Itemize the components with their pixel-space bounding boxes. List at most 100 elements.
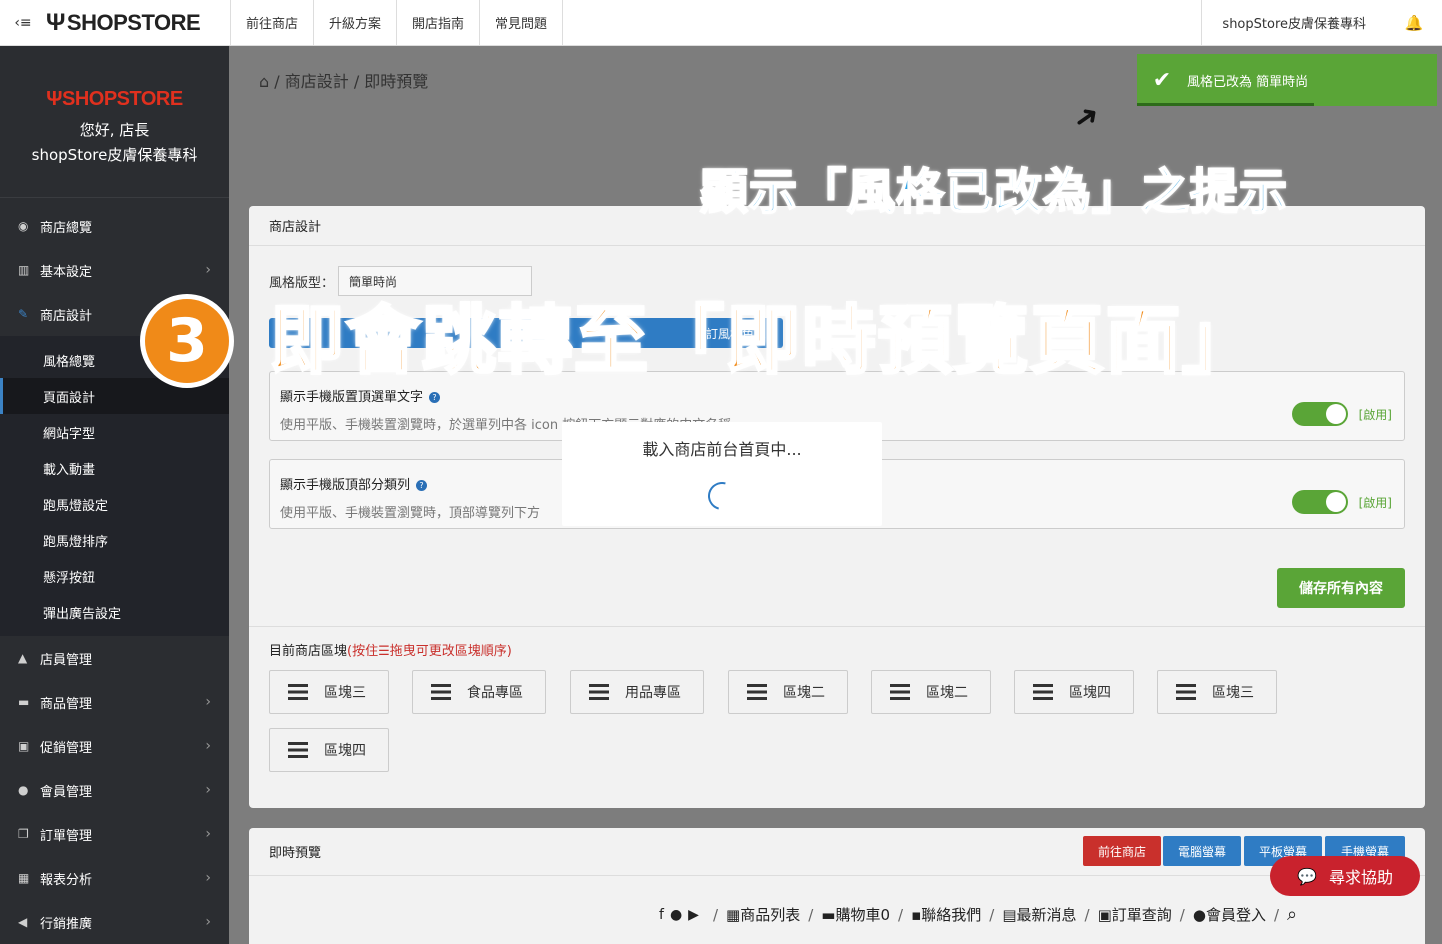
cart-icon: ▬ xyxy=(821,905,836,924)
help-button[interactable]: 💬 尋求協助 xyxy=(1270,856,1420,896)
drag-handle-icon[interactable] xyxy=(288,684,308,700)
nav-order-query[interactable]: 訂單查詢 xyxy=(1112,904,1172,925)
block-item[interactable]: 區塊四 xyxy=(269,728,389,772)
top-logo[interactable]: Ψ SHOPSTORE xyxy=(46,0,230,46)
lock-icon: ▲ xyxy=(18,651,28,665)
breadcrumb-path: / 商店設計 / 即時預覽 xyxy=(274,72,429,91)
nav-faq[interactable]: 常見問題 xyxy=(480,0,564,46)
sub-item-marquee-settings[interactable]: 跑馬燈設定 xyxy=(0,486,229,522)
sidebar-item-staff[interactable]: ▲ 店員管理 xyxy=(0,636,229,680)
separator: / xyxy=(808,905,814,924)
annotation-main-caption: 即會跳轉至「即時預覽頁面」 xyxy=(269,297,1258,386)
newspaper-icon: ▤ xyxy=(1002,905,1017,924)
separator: / xyxy=(898,905,904,924)
sub-item-popup-ads[interactable]: 彈出廣告設定 xyxy=(0,594,229,630)
sidebar-item-members[interactable]: ● 會員管理 › xyxy=(0,768,229,812)
dashboard-icon: ◉ xyxy=(18,219,29,233)
drag-handle-icon[interactable] xyxy=(1176,684,1196,700)
line-icon[interactable]: ● xyxy=(670,907,682,923)
block-item[interactable]: 區塊二 xyxy=(728,670,848,714)
sidebar-item-label: 商店總覽 xyxy=(40,220,93,236)
nav-go-store[interactable]: 前往商店 xyxy=(231,0,315,46)
style-label: 風格版型： xyxy=(269,275,335,291)
sidebar-item-overview[interactable]: ◉ 商店總覽 xyxy=(0,204,229,248)
toggle-switch[interactable] xyxy=(1292,402,1348,426)
block-item[interactable]: 區塊二 xyxy=(871,670,991,714)
facebook-icon[interactable]: f xyxy=(659,907,664,923)
block-label: 用品專區 xyxy=(625,685,681,701)
store-name-menu[interactable]: shopStore皮膚保養專科 xyxy=(1201,0,1386,46)
sidebar-brand-logo: ΨSHOPSTORE xyxy=(0,88,229,111)
separator: / xyxy=(1179,905,1185,924)
help-label: 尋求協助 xyxy=(1328,868,1393,887)
sidebar: ΨSHOPSTORE 您好, 店長 shopStore皮膚保養專科 ◉ 商店總覽 … xyxy=(0,46,229,944)
help-icon[interactable]: ? xyxy=(429,392,441,403)
sidebar-item-orders[interactable]: ❐ 訂單管理 › xyxy=(0,812,229,856)
separator: / xyxy=(1273,905,1280,924)
sidebar-toggle-icon[interactable]: ‹≡ xyxy=(0,0,46,46)
nav-member-login[interactable]: 會員登入 xyxy=(1206,904,1266,925)
drag-handle-icon[interactable] xyxy=(747,684,767,700)
block-item[interactable]: 用品專區 xyxy=(570,670,704,714)
youtube-icon[interactable]: ▶ xyxy=(688,907,699,923)
greeting: 您好, 店長 xyxy=(79,121,150,139)
sidebar-profile: ΨSHOPSTORE 您好, 店長 shopStore皮膚保養專科 xyxy=(0,46,229,198)
go-store-button[interactable]: 前往商店 xyxy=(1083,836,1161,866)
sidebar-item-products[interactable]: ▬ 商品管理 › xyxy=(0,680,229,724)
block-item[interactable]: 食品專區 xyxy=(412,670,546,714)
drag-handle-icon[interactable] xyxy=(890,684,910,700)
blocks-hint: (按住☰拖曳可更改區塊順序) xyxy=(347,644,512,659)
toggle-title-text: 顯示手機版置頂選單文字 xyxy=(280,390,424,405)
nav-product-list[interactable]: 商品列表 xyxy=(740,904,800,925)
spinner-icon xyxy=(702,476,742,516)
switch-knob xyxy=(1326,492,1346,512)
separator: / xyxy=(1084,905,1090,924)
sub-item-floating-button[interactable]: 懸浮按鈕 xyxy=(0,558,229,594)
block-item[interactable]: 區塊三 xyxy=(1157,670,1277,714)
sub-item-loading-animation[interactable]: 載入動畫 xyxy=(0,450,229,486)
sidebar-item-basic-settings[interactable]: ▥ 基本設定 › xyxy=(0,248,229,292)
bullhorn-icon: ◀ xyxy=(18,915,28,929)
top-bar: ‹≡ Ψ SHOPSTORE 前往商店 升級方案 開店指南 常見問題 shopSt… xyxy=(0,0,1442,46)
brand-mark-icon: Ψ xyxy=(46,88,62,110)
toast-progress-bar xyxy=(1137,103,1314,106)
search-icon[interactable]: ⌕ xyxy=(1287,904,1297,925)
style-row: 風格版型： 簡單時尚 xyxy=(269,266,533,296)
block-label: 區塊四 xyxy=(324,743,366,759)
bell-icon[interactable]: 🔔 xyxy=(1386,0,1442,46)
nav-upgrade-plan[interactable]: 升級方案 xyxy=(314,0,398,46)
desktop-screen-button[interactable]: 電腦螢幕 xyxy=(1163,836,1241,866)
sidebar-item-promotions[interactable]: ▣ 促銷管理 › xyxy=(0,724,229,768)
drag-handle-icon[interactable] xyxy=(1033,684,1053,700)
chevron-right-icon: › xyxy=(205,738,211,754)
drag-handle-icon[interactable] xyxy=(589,684,609,700)
sidebar-brand-text: SHOPSTORE xyxy=(61,88,183,110)
sub-item-fonts[interactable]: 網站字型 xyxy=(0,414,229,450)
block-item[interactable]: 區塊四 xyxy=(1014,670,1134,714)
loading-dialog: 載入商店前台首頁中... xyxy=(562,422,882,526)
help-icon[interactable]: ? xyxy=(416,480,428,491)
toggle-title-text: 顯示手機版頂部分類列 xyxy=(280,478,411,493)
blocks-title: 目前商店區塊(按住☰拖曳可更改區塊順序) xyxy=(269,640,512,659)
toast-text: 風格已改為 簡單時尚 xyxy=(1187,74,1309,90)
nav-news[interactable]: 最新消息 xyxy=(1017,904,1077,925)
drag-handle-icon[interactable] xyxy=(431,684,451,700)
sidebar-item-reports[interactable]: ▦ 報表分析 › xyxy=(0,856,229,900)
nav-contact[interactable]: 聯絡我們 xyxy=(921,904,981,925)
sub-item-marquee-order[interactable]: 跑馬燈排序 xyxy=(0,522,229,558)
style-select[interactable]: 簡單時尚 xyxy=(338,266,533,296)
nav-store-guide[interactable]: 開店指南 xyxy=(397,0,481,46)
logo-text: SHOPSTORE xyxy=(66,9,201,35)
block-item[interactable]: 區塊三 xyxy=(269,670,389,714)
save-all-button[interactable]: 儲存所有內容 xyxy=(1277,568,1405,608)
sidebar-item-marketing[interactable]: ◀ 行銷推廣 › xyxy=(0,900,229,944)
sidebar-item-label: 訂單管理 xyxy=(40,828,93,844)
home-icon[interactable]: ⌂ xyxy=(259,72,269,91)
sidebar-item-label: 行銷推廣 xyxy=(40,916,93,932)
block-label: 食品專區 xyxy=(467,685,523,701)
divider xyxy=(249,626,1425,627)
drag-handle-icon[interactable] xyxy=(288,742,308,758)
toggle-switch[interactable] xyxy=(1292,490,1348,514)
nav-cart[interactable]: 購物車0 xyxy=(835,904,890,925)
switch-state: [啟用] xyxy=(1358,496,1392,510)
